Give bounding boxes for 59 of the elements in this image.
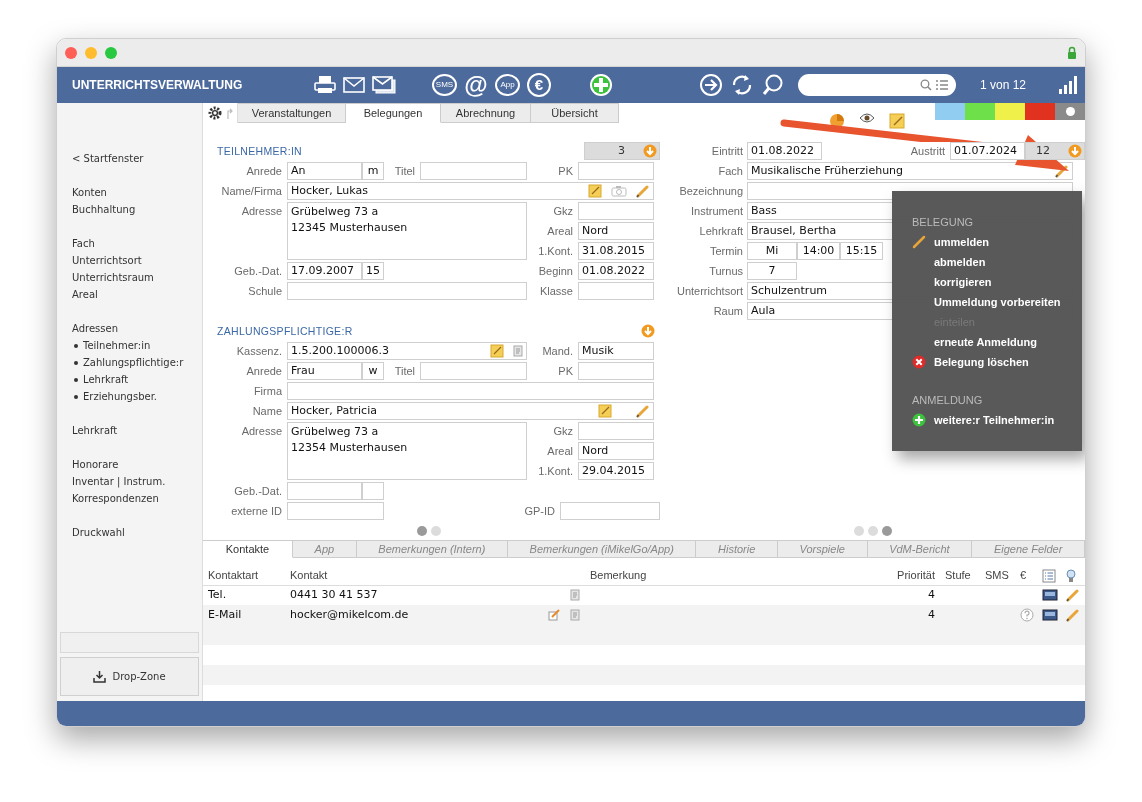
- column-header: Kontaktart: [208, 568, 259, 581]
- field-label: Anrede: [245, 164, 283, 179]
- column-header: Priorität: [897, 568, 935, 581]
- field-label: Name: [251, 404, 283, 419]
- column-header: SMS: [985, 568, 1009, 581]
- column-header: Bemerkung: [590, 568, 647, 581]
- field-label: Raum: [712, 304, 744, 319]
- field-label: Gkz: [552, 204, 574, 219]
- field-label: Firma: [252, 384, 283, 399]
- field-label: Adresse: [240, 424, 283, 439]
- section-heading: TEILNEHMER:IN: [216, 144, 303, 159]
- table-cell: E-Mail: [208, 607, 242, 621]
- field-label: Titel: [393, 164, 416, 179]
- app-title: UNTERRICHTSVERWALTUNG: [71, 77, 244, 94]
- field-label: Titel: [393, 364, 416, 379]
- field-label: Lehrkraft: [698, 224, 744, 239]
- table-cell: 4: [928, 588, 935, 601]
- field-label: Fach: [717, 164, 744, 179]
- section-heading: ZAHLUNGSPFLICHTIGE:R: [216, 324, 354, 339]
- table-cell: hocker@mikelcom.de: [290, 607, 409, 621]
- field-label: 1.Kont.: [537, 464, 574, 479]
- field-label: Areal: [546, 444, 574, 459]
- field-label: Unterrichtsort: [675, 284, 744, 299]
- count-text: 12: [1036, 142, 1050, 159]
- field-label: Adresse: [240, 204, 283, 219]
- field-label: Mand.: [541, 344, 574, 359]
- menu-heading: ANMELDUNG: [912, 393, 984, 408]
- field-label: GP-ID: [524, 504, 556, 519]
- field-value: 1.5.200.100006.3: [291, 343, 390, 359]
- field-value: Hocker, Patricia: [291, 403, 378, 419]
- field-label: Gkz: [552, 424, 574, 439]
- field-label: Geb.-Dat.: [233, 484, 283, 499]
- field-label: PK: [557, 164, 574, 179]
- field-label: Termin: [709, 244, 744, 259]
- field-label: Areal: [546, 224, 574, 239]
- field-label: Instrument: [690, 204, 744, 219]
- field-label: Turnus: [708, 264, 744, 279]
- field-label: Bezeichnung: [678, 184, 744, 199]
- field-label: 1.Kont.: [537, 244, 574, 259]
- table-cell: 4: [928, 607, 935, 621]
- field-label: externe ID: [230, 504, 283, 519]
- field-label: Kassenz.: [235, 344, 283, 359]
- field-label: Klasse: [538, 284, 574, 299]
- table-cell: 0441 30 41 537: [290, 588, 378, 601]
- field-label: Beginn: [537, 264, 574, 279]
- field-label: Schule: [247, 284, 283, 299]
- table-cell: Tel.: [208, 588, 227, 601]
- column-header: €: [1020, 568, 1027, 581]
- field-label: PK: [557, 364, 574, 379]
- field-label: Anrede: [245, 364, 283, 379]
- column-header: Stufe: [945, 568, 971, 581]
- field-value: Hocker, Lukas: [291, 183, 369, 199]
- field-label: Geb.-Dat.: [233, 264, 283, 279]
- field-label: Name/Firma: [220, 184, 283, 199]
- menu-heading: BELEGUNG: [912, 215, 975, 230]
- record-counter: 1 von 12: [980, 77, 1027, 94]
- count-text: 3: [618, 142, 625, 159]
- column-header: Kontakt: [290, 568, 328, 581]
- field-value: Musikalische Früherziehung: [751, 163, 905, 179]
